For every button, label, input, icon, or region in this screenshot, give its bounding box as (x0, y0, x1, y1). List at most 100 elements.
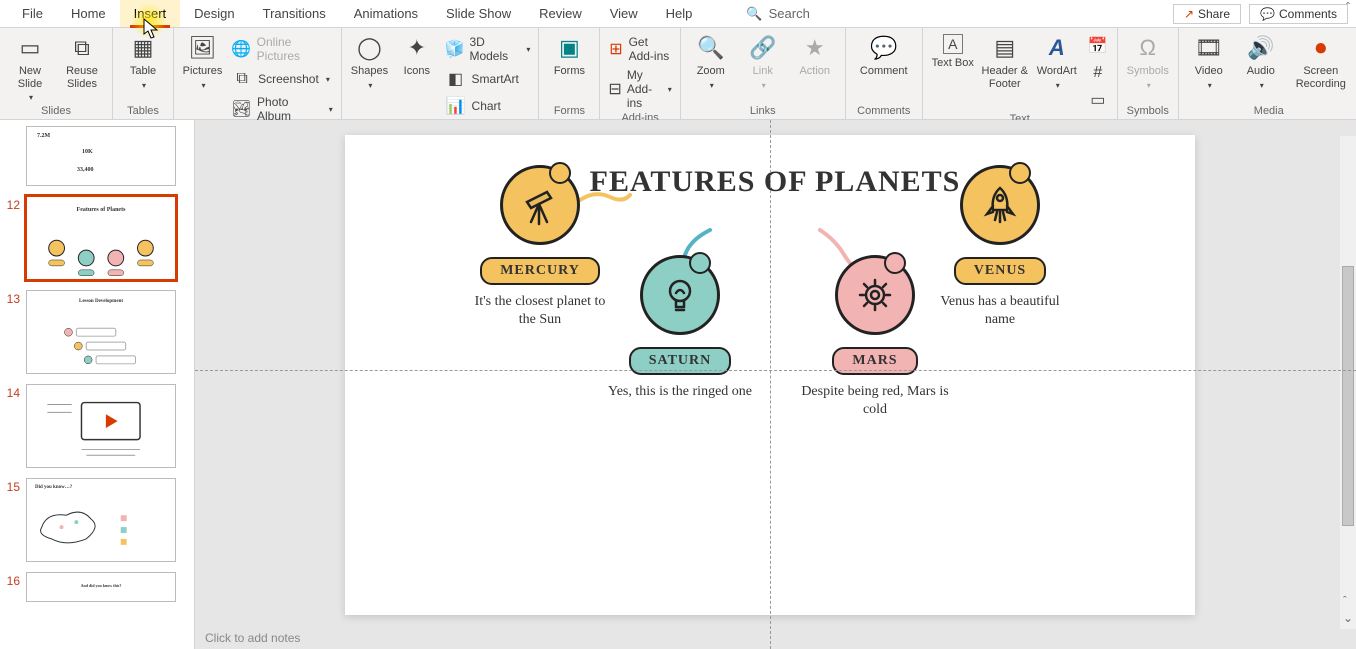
telescope-icon (517, 182, 563, 228)
slide-thumb-14[interactable] (26, 384, 176, 468)
group-links: 🔍Zoom▾ 🔗Link▾ ★Action Links (681, 28, 846, 119)
mars-desc[interactable]: Despite being red, Mars is cold (795, 383, 955, 419)
tab-help[interactable]: Help (652, 0, 707, 27)
header-footer-icon: ▤ (991, 34, 1019, 62)
planet-mercury[interactable]: Mercury It's the closest planet to the S… (465, 165, 615, 329)
object-button[interactable]: ▭ (1085, 88, 1111, 112)
textbox-button[interactable]: AText Box (929, 30, 977, 70)
planet-saturn[interactable]: Saturn Yes, this is the ringed one (605, 255, 755, 401)
my-addins-button[interactable]: ⊟My Add-ins▾ (606, 67, 673, 111)
header-footer-button[interactable]: ▤Header & Footer (981, 30, 1029, 90)
comment-icon: 💬 (1260, 7, 1275, 21)
mercury-badge[interactable]: Mercury (480, 257, 600, 285)
tab-transitions[interactable]: Transitions (249, 0, 340, 27)
search-box[interactable]: 🔍 Search (746, 6, 809, 22)
link-button[interactable]: 🔗Link▾ (739, 30, 787, 90)
thumb-num-13: 13 (4, 290, 20, 306)
tab-design[interactable]: Design (180, 0, 248, 27)
group-label-symbols: Symbols (1124, 104, 1172, 119)
smartart-button[interactable]: ◧SmartArt (443, 67, 533, 91)
vertical-guide (770, 120, 771, 649)
online-pictures-icon: 🌐 (231, 38, 252, 60)
slide-thumb-15[interactable]: Did you know…? (26, 478, 176, 562)
group-comments: 💬Comment Comments (846, 28, 923, 119)
forms-button[interactable]: ▣Forms (545, 30, 593, 78)
3d-models-icon: 🧊 (445, 38, 465, 60)
vertical-scrollbar[interactable]: ˆ⌄ (1340, 136, 1356, 629)
my-addins-icon: ⊟ (608, 78, 621, 100)
lightbulb-icon (658, 273, 702, 317)
symbols-icon: Ω (1134, 34, 1162, 62)
slide-thumb-12[interactable]: Features of Planets (26, 196, 176, 280)
venus-badge[interactable]: Venus (954, 257, 1046, 285)
slide-number-button[interactable]: # (1085, 61, 1111, 85)
zoom-icon: 🔍 (697, 34, 725, 62)
rocket-icon (977, 182, 1023, 228)
venus-desc[interactable]: Venus has a beautiful name (925, 293, 1075, 329)
get-addins-icon: ⊞ (608, 38, 623, 60)
get-addins-button[interactable]: ⊞Get Add-ins (606, 34, 673, 64)
scrollbar-thumb[interactable] (1342, 266, 1354, 526)
group-label-links: Links (687, 104, 839, 119)
new-slide-icon: ▭ (16, 34, 44, 62)
mars-circle (835, 255, 915, 335)
group-media: 🎞Video▾ 🔊Audio▾ ⏺Screen Recording Media (1179, 28, 1356, 119)
video-icon: 🎞 (1195, 34, 1223, 62)
tab-review[interactable]: Review (525, 0, 596, 27)
comment-button[interactable]: 💬Comment (852, 30, 916, 78)
slide-thumb-11[interactable]: 7.2M 10K 33,400 (26, 126, 176, 186)
textbox-icon: A (943, 34, 963, 54)
slide-thumb-13[interactable]: Lesson Development (26, 290, 176, 374)
search-icon: 🔍 (746, 6, 762, 22)
pictures-button[interactable]: 🖼Pictures▾ (180, 30, 225, 90)
scroll-down-arrow[interactable]: ⌄ (1343, 611, 1353, 625)
new-slide-button[interactable]: ▭New Slide▾ (6, 30, 54, 102)
action-button[interactable]: ★Action (791, 30, 839, 78)
slide-thumb-16[interactable]: And did you know this? (26, 572, 176, 602)
tab-animations[interactable]: Animations (340, 0, 432, 27)
date-time-button[interactable]: 📅 (1085, 34, 1111, 58)
group-addins: ⊞Get Add-ins ⊟My Add-ins▾ Add-ins (600, 28, 680, 119)
thumb13-title: Lesson Development (27, 291, 175, 304)
notes-placeholder[interactable]: Click to add notes (205, 631, 300, 645)
table-button[interactable]: ▦Table▾ (119, 30, 167, 90)
thumb-num-16: 16 (4, 572, 20, 588)
wordart-icon: A (1043, 34, 1071, 62)
video-button[interactable]: 🎞Video▾ (1185, 30, 1233, 90)
wordart-button[interactable]: AWordArt▾ (1033, 30, 1081, 90)
saturn-circle (640, 255, 720, 335)
mercury-desc[interactable]: It's the closest planet to the Sun (465, 293, 615, 329)
symbols-button[interactable]: ΩSymbols▾ (1124, 30, 1172, 90)
group-label-media: Media (1185, 104, 1353, 119)
reuse-slides-button[interactable]: ⧉Reuse Slides (58, 30, 106, 90)
search-label: Search (769, 6, 810, 21)
collapse-ribbon-button[interactable]: ˆ (1340, 0, 1356, 16)
scroll-up-arrow[interactable]: ˆ (1343, 595, 1347, 607)
comments-button[interactable]: 💬Comments (1249, 4, 1348, 24)
online-pictures-button[interactable]: 🌐Online Pictures (229, 34, 335, 64)
thumb11-text-a: 7.2M (37, 133, 50, 139)
tab-slideshow[interactable]: Slide Show (432, 0, 525, 27)
planet-venus[interactable]: Venus Venus has a beautiful name (925, 165, 1075, 329)
shapes-button[interactable]: ◯Shapes▾ (348, 30, 391, 90)
saturn-desc[interactable]: Yes, this is the ringed one (605, 383, 755, 401)
thumb15-title: Did you know…? (35, 485, 72, 490)
tab-view[interactable]: View (596, 0, 652, 27)
zoom-button[interactable]: 🔍Zoom▾ (687, 30, 735, 90)
slide-canvas[interactable]: ˆ⌄ Features of Planets Mercury It's the … (195, 120, 1356, 649)
share-button[interactable]: ↗Share (1173, 4, 1241, 24)
slide-thumbnails-panel[interactable]: 7.2M 10K 33,400 12 Features of Planets 1… (0, 120, 195, 649)
chart-button[interactable]: 📊Chart (443, 94, 533, 118)
tab-file[interactable]: File (8, 0, 57, 27)
screenshot-button[interactable]: ⧉Screenshot▾ (229, 67, 335, 91)
tab-insert[interactable]: Insert (120, 0, 181, 27)
tab-home[interactable]: Home (57, 0, 120, 27)
icons-button[interactable]: ✦Icons (395, 30, 438, 78)
thumb-num-15: 15 (4, 478, 20, 494)
screen-recording-button[interactable]: ⏺Screen Recording (1289, 30, 1353, 90)
slide-title[interactable]: Features of Planets (585, 165, 965, 199)
share-label: Share (1198, 7, 1230, 21)
screenshot-icon: ⧉ (231, 68, 253, 90)
audio-button[interactable]: 🔊Audio▾ (1237, 30, 1285, 90)
3d-models-button[interactable]: 🧊3D Models▾ (443, 34, 533, 64)
